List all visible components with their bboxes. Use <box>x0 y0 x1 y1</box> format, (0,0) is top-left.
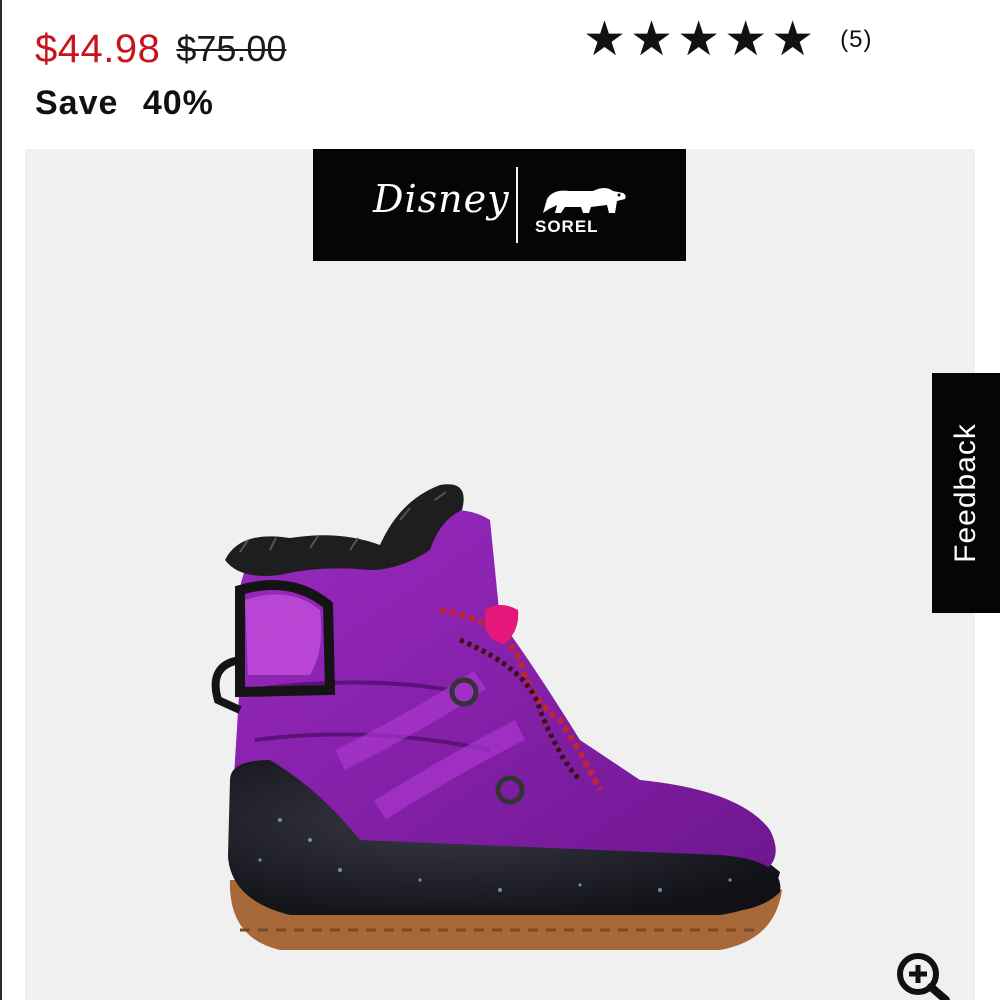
star-icon: ★ <box>677 13 721 66</box>
rating-summary[interactable]: ★ ★ ★ ★ ★ (5) <box>583 14 873 66</box>
zoom-in-icon[interactable] <box>892 948 952 1000</box>
star-icon: ★ <box>630 13 674 66</box>
feedback-tab-label: Feedback <box>949 423 982 563</box>
review-count[interactable]: (5) <box>840 26 872 54</box>
left-edge-rule <box>0 0 2 1000</box>
feedback-tab[interactable]: Feedback <box>932 373 1000 613</box>
price-block: $44.98 $75.00 <box>35 24 286 74</box>
original-price: $75.00 <box>176 28 287 69</box>
star-icon: ★ <box>771 13 815 66</box>
sorel-logo: SOREL <box>535 217 599 236</box>
polar-bear-icon <box>543 188 626 213</box>
disney-logo: Disney <box>373 177 510 221</box>
product-boot-image[interactable] <box>200 460 800 980</box>
star-icon: ★ <box>724 13 768 66</box>
savings-label: Save 40% <box>35 84 214 122</box>
brand-banner: Disney SOREL <box>313 149 686 261</box>
brand-divider <box>516 167 518 243</box>
sale-price: $44.98 <box>35 26 161 71</box>
star-icon: ★ <box>583 13 627 66</box>
